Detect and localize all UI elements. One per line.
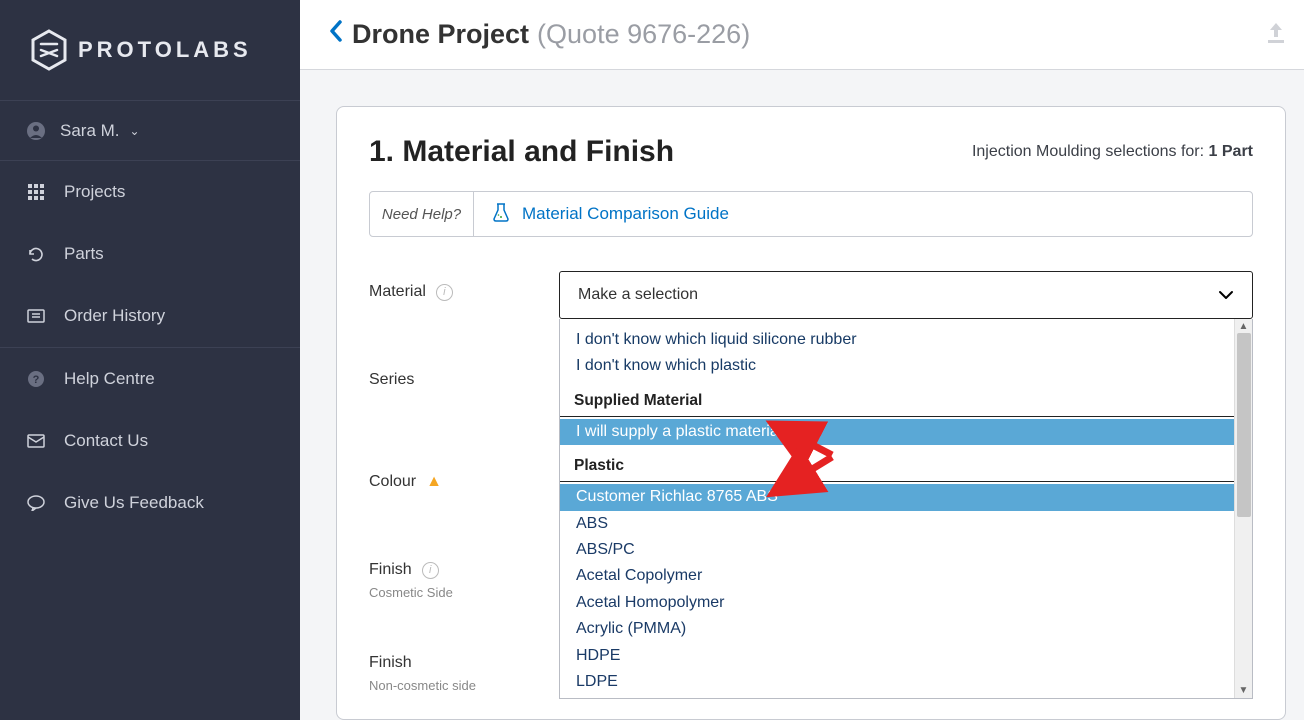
- material-comparison-guide-link[interactable]: Material Comparison Guide: [474, 192, 1252, 236]
- project-title: Drone Project: [352, 19, 529, 50]
- topbar: Drone Project (Quote 9676-226): [300, 0, 1304, 70]
- dropdown-item[interactable]: Acrylic (PMMA): [560, 616, 1234, 642]
- dropdown-item[interactable]: Acetal Homopolymer: [560, 590, 1234, 616]
- dropdown-item[interactable]: Acetal Copolymer: [560, 563, 1234, 589]
- mail-icon: [26, 434, 46, 448]
- nav-contact-us[interactable]: Contact Us: [0, 410, 300, 472]
- material-finish-panel: 1. Material and Finish Injection Mouldin…: [336, 106, 1286, 720]
- main-content: Drone Project (Quote 9676-226) 1. Materi…: [300, 0, 1304, 720]
- help-bar: Need Help? Material Comparison Guide: [369, 191, 1253, 237]
- nav-feedback[interactable]: Give Us Feedback: [0, 472, 300, 534]
- nav-label: Order History: [64, 306, 165, 326]
- info-icon[interactable]: i: [422, 562, 439, 579]
- brand-text: PROTOLABS: [78, 37, 252, 63]
- logo[interactable]: PROTOLABS: [0, 0, 300, 100]
- grid-icon: [26, 184, 46, 200]
- svg-text:?: ?: [33, 374, 40, 386]
- dropdown-item[interactable]: ABS/PC: [560, 537, 1234, 563]
- nav-label: Give Us Feedback: [64, 493, 204, 513]
- history-icon: [26, 308, 46, 324]
- cosmetic-side-label: Cosmetic Side: [369, 585, 559, 600]
- need-help-label: Need Help?: [370, 192, 474, 236]
- selections-summary: Injection Moulding selections for: 1 Par…: [972, 143, 1253, 161]
- dropdown-item-customer-richlac[interactable]: Customer Richlac 8765 ABS: [560, 484, 1234, 510]
- dropdown-item[interactable]: I don't know which plastic: [560, 353, 1234, 379]
- upload-button[interactable]: [1266, 21, 1286, 48]
- dropdown-item[interactable]: I don't know which liquid silicone rubbe…: [560, 327, 1234, 353]
- nav-label: Help Centre: [64, 369, 155, 389]
- colour-label: Colour ▲: [369, 473, 559, 491]
- help-icon: ?: [26, 370, 46, 388]
- quote-number: (Quote 9676-226): [537, 19, 750, 50]
- nav-order-history[interactable]: Order History: [0, 285, 300, 347]
- panel-title: 1. Material and Finish: [369, 135, 674, 169]
- user-menu[interactable]: Sara M. ⌄: [0, 100, 300, 161]
- sidebar: PROTOLABS Sara M. ⌄ Projects Parts Order…: [0, 0, 300, 720]
- scrollbar[interactable]: ▲ ▼: [1234, 319, 1252, 698]
- dropdown-item[interactable]: LDPE: [560, 669, 1234, 695]
- finish-label: Finish i: [369, 561, 559, 579]
- dropdown-item[interactable]: HDPE: [560, 643, 1234, 669]
- warning-icon: ▲: [426, 473, 442, 491]
- chevron-down-icon: ⌄: [130, 124, 140, 138]
- nav-label: Contact Us: [64, 431, 148, 451]
- speech-icon: [26, 495, 46, 511]
- nav-label: Projects: [64, 182, 125, 202]
- scroll-thumb[interactable]: [1237, 333, 1251, 517]
- undo-icon: [26, 246, 46, 262]
- dropdown-group-plastic: Plastic: [560, 457, 1234, 482]
- nav-help-centre[interactable]: ? Help Centre: [0, 348, 300, 410]
- nav-projects[interactable]: Projects: [0, 161, 300, 223]
- scroll-down-icon[interactable]: ▼: [1239, 683, 1249, 698]
- dropdown-item[interactable]: ABS: [560, 511, 1234, 537]
- info-icon[interactable]: i: [436, 284, 453, 301]
- user-icon: [26, 121, 46, 141]
- material-label: Material i: [369, 283, 559, 301]
- dropdown-item[interactable]: Nylon 6: [560, 695, 1234, 698]
- material-select[interactable]: Make a selection: [559, 271, 1253, 319]
- flask-icon: [492, 202, 510, 227]
- protolabs-logo-icon: [30, 29, 68, 71]
- series-label: Series: [369, 371, 559, 389]
- finish2-label: Finish: [369, 654, 559, 672]
- back-button[interactable]: [328, 19, 344, 50]
- scroll-up-icon[interactable]: ▲: [1239, 319, 1249, 334]
- dropdown-group-supplied: Supplied Material: [560, 392, 1234, 417]
- select-placeholder: Make a selection: [578, 286, 698, 304]
- nav-label: Parts: [64, 244, 104, 264]
- dropdown-item-supply-plastic[interactable]: I will supply a plastic material: [560, 419, 1234, 445]
- material-dropdown: I don't know which liquid silicone rubbe…: [559, 319, 1253, 699]
- user-name: Sara M.: [60, 121, 120, 141]
- chevron-down-icon: [1218, 287, 1234, 303]
- nav-parts[interactable]: Parts: [0, 223, 300, 285]
- non-cosmetic-side-label: Non-cosmetic side: [369, 678, 559, 693]
